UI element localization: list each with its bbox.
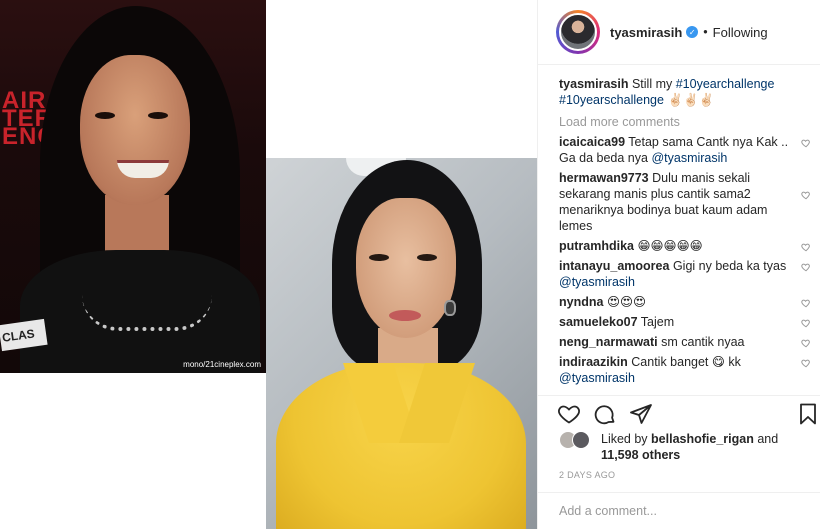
comment-text: Gigi ny beda ka tyas	[672, 259, 787, 273]
liker-username[interactable]: bellashofie_rigan	[651, 432, 754, 446]
avatar-story-ring[interactable]	[556, 10, 600, 54]
post-sidebar: tyasmirasih ✓ • Following tyasmirasih St…	[537, 0, 820, 529]
comment-text: Tajem	[640, 315, 675, 329]
heart-icon[interactable]	[801, 338, 811, 348]
comment-text: 😍😍😍	[606, 295, 647, 309]
comment-item: nyndna 😍😍😍	[559, 294, 819, 310]
liker-avatars[interactable]	[559, 431, 595, 451]
comment-username[interactable]: hermawan9773	[559, 171, 649, 185]
comment-text: Cantik banget 😋 kk	[631, 355, 741, 369]
comment-text: 😁😁😁😁😁	[637, 239, 703, 253]
mention-link[interactable]: @tyasmirasih	[559, 275, 635, 289]
comment-item: intanayu_amoorea Gigi ny beda ka tyas @t…	[559, 258, 819, 290]
comment-item: samueleko07 Tajem	[559, 314, 819, 330]
caption-emoji: ✌🏻✌🏻✌🏻	[667, 93, 715, 107]
comment-username[interactable]: neng_narmawati	[559, 335, 658, 349]
following-button[interactable]: Following	[713, 25, 768, 40]
mention-link[interactable]: @tyasmirasih	[559, 371, 635, 385]
heart-icon[interactable]	[557, 402, 581, 426]
load-more-comments-button[interactable]: Load more comments	[559, 115, 820, 129]
heart-icon[interactable]	[801, 298, 811, 308]
share-icon[interactable]	[629, 402, 653, 426]
post-header: tyasmirasih ✓ • Following	[538, 0, 820, 65]
hashtag-link[interactable]: #10yearchallenge	[676, 77, 775, 91]
heart-icon[interactable]	[801, 242, 811, 252]
comment-icon[interactable]	[593, 402, 617, 426]
header-username[interactable]: tyasmirasih	[610, 25, 682, 40]
comment-item: putramhdika 😁😁😁😁😁	[559, 238, 819, 254]
heart-icon[interactable]	[801, 358, 811, 368]
mention-link[interactable]: @tyasmirasih	[651, 151, 727, 165]
avatar	[572, 431, 590, 449]
comment-text: sm cantik nyaa	[661, 335, 745, 349]
face	[80, 55, 190, 205]
likes-count-link[interactable]: 11,598 others	[601, 448, 680, 462]
photo-now	[266, 158, 537, 529]
comment-item: hermawan9773 Dulu manis sekali sekarang …	[559, 170, 819, 234]
heart-icon[interactable]	[801, 262, 811, 272]
comment-item: neng_narmawati sm cantik nyaa	[559, 334, 819, 350]
comment-item: indiraazikin Cantik banget 😋 kk @tyasmir…	[559, 354, 819, 386]
post-actions-bar	[538, 395, 820, 431]
comments-list[interactable]: tyasmirasih Still my #10yearchallenge #1…	[538, 65, 820, 395]
comment-item: icaicaica99 Tetap sama Cantk nya Kak .. …	[559, 134, 819, 166]
comment-username[interactable]: nyndna	[559, 295, 603, 309]
add-comment-section	[538, 492, 820, 529]
photo-then: AIR TERJ ENGA CLAS mono/21cineplex.com	[0, 0, 266, 373]
comment-username[interactable]: icaicaica99	[559, 135, 625, 149]
photo-credit: mono/21cineplex.com	[183, 360, 261, 369]
comment-username[interactable]: samueleko07	[559, 315, 638, 329]
separator-dot: •	[703, 25, 708, 39]
post-media[interactable]: AIR TERJ ENGA CLAS mono/21cineplex.com	[0, 0, 537, 529]
caption-username[interactable]: tyasmirasih	[559, 77, 628, 91]
post-timestamp[interactable]: 2 DAYS AGO	[559, 470, 615, 480]
verified-badge-icon: ✓	[686, 26, 699, 38]
comment-username[interactable]: indiraazikin	[559, 355, 628, 369]
comment-input[interactable]	[559, 504, 799, 518]
hashtag-link[interactable]: #10yearschallenge	[559, 93, 664, 107]
caption-text: Still my	[631, 77, 673, 91]
comment-username[interactable]: intanayu_amoorea	[559, 259, 669, 273]
comment-username[interactable]: putramhdika	[559, 239, 634, 253]
heart-icon[interactable]	[801, 318, 811, 328]
likes-joiner: and	[757, 432, 779, 446]
likes-prefix: Liked by	[601, 432, 648, 446]
heart-icon[interactable]	[801, 138, 811, 148]
bookmark-icon[interactable]	[796, 402, 820, 426]
heart-icon[interactable]	[801, 190, 811, 200]
avatar[interactable]	[559, 13, 597, 51]
likes-summary: Liked by bellashofie_rigan and 11,598 ot…	[559, 431, 809, 465]
earring	[444, 300, 456, 316]
post-caption: tyasmirasih Still my #10yearchallenge #1…	[559, 76, 799, 108]
